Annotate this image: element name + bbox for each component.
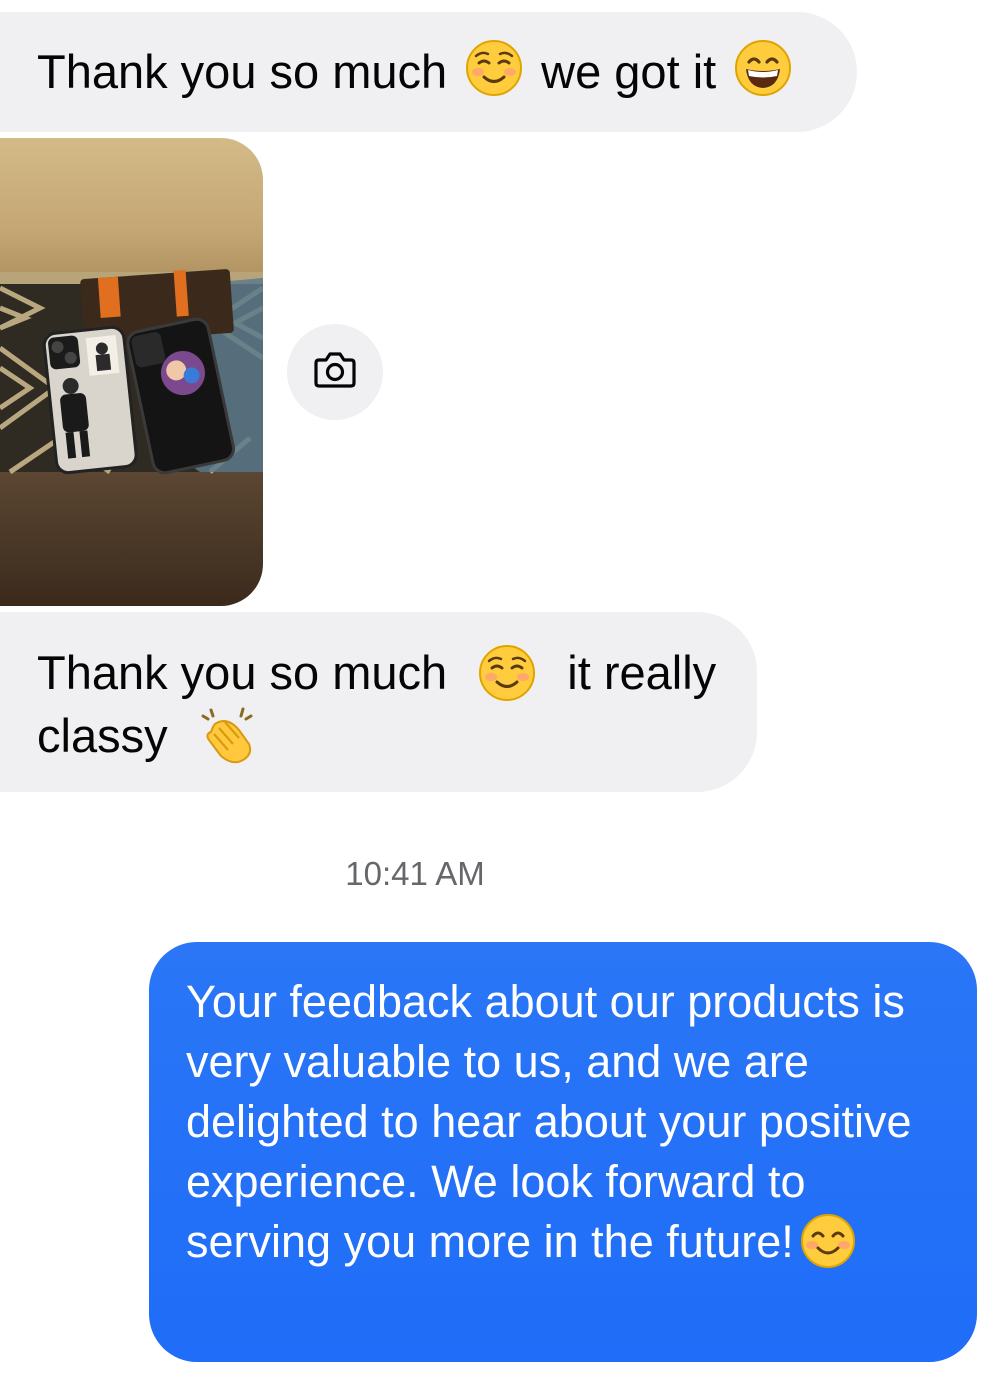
- photo-message[interactable]: [0, 138, 263, 606]
- message-timestamp: 10:41 AM: [345, 855, 485, 892]
- message-text: it really: [567, 646, 717, 699]
- clapping-hands-icon: [197, 704, 259, 766]
- incoming-message-bubble[interactable]: Thank you so much we got it: [0, 12, 857, 132]
- message-text: Thank you so much: [37, 646, 448, 699]
- camera-button[interactable]: [287, 324, 383, 420]
- incoming-message-bubble[interactable]: Thank you so much it really classy: [0, 612, 757, 792]
- camera-icon: [313, 351, 357, 394]
- outgoing-message-bubble[interactable]: Your feedback about our products is very…: [149, 942, 977, 1362]
- message-text: Thank you so much: [37, 45, 448, 98]
- smiling-face-with-smiling-eyes-icon: [800, 1213, 856, 1269]
- smiling-face-icon: [478, 644, 536, 702]
- grinning-face-icon: [734, 39, 792, 97]
- message-text: we got it: [541, 45, 717, 98]
- message-text: classy: [37, 708, 168, 762]
- smiling-face-icon: [465, 39, 523, 97]
